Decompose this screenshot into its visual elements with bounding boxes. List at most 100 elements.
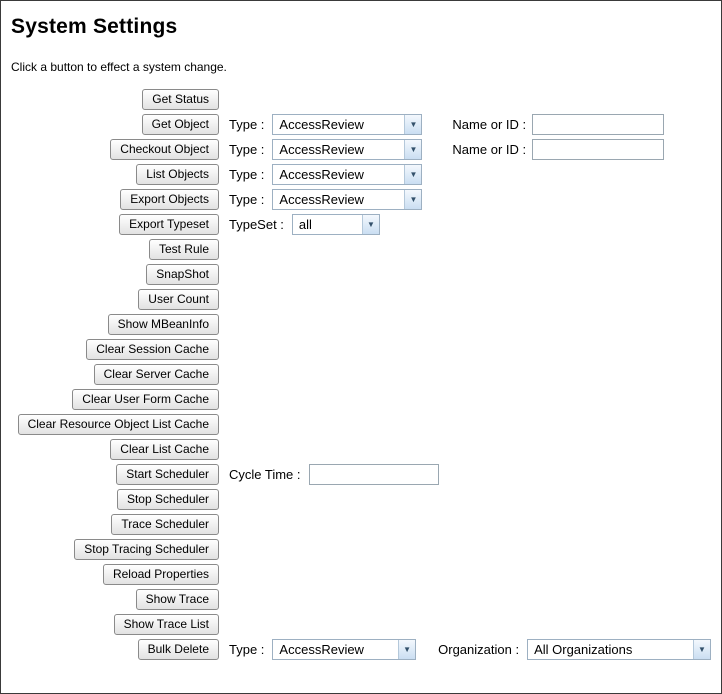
page-subtitle: Click a button to effect a system change… [11, 60, 227, 74]
name-or-id-label: Name or ID : [452, 117, 527, 132]
row-export-objects: Export Objects Type : AccessReview ▼ [11, 187, 711, 212]
select-value: all [298, 217, 312, 232]
chevron-down-icon: ▼ [693, 640, 710, 659]
get-object-button[interactable]: Get Object [141, 114, 219, 135]
bulk-delete-type-select[interactable]: AccessReview ▼ [272, 639, 417, 660]
button-cell: User Count [11, 289, 219, 310]
clear-list-cache-button[interactable]: Clear List Cache [110, 439, 219, 460]
button-cell: Clear Session Cache [11, 339, 219, 360]
row-test-rule: Test Rule [11, 237, 711, 262]
clear-server-cache-button[interactable]: Clear Server Cache [93, 364, 219, 385]
button-cell: Clear List Cache [11, 439, 219, 460]
checkout-object-type-select[interactable]: AccessReview ▼ [272, 139, 423, 160]
test-rule-button[interactable]: Test Rule [148, 239, 219, 260]
get-object-type-select[interactable]: AccessReview ▼ [272, 114, 423, 135]
row-show-trace: Show Trace [11, 587, 711, 612]
export-typeset-button[interactable]: Export Typeset [119, 214, 219, 235]
chevron-down-icon: ▼ [404, 140, 422, 159]
page-frame: System Settings Click a button to effect… [0, 0, 722, 694]
chevron-down-icon: ▼ [398, 640, 416, 659]
row-clear-session-cache: Clear Session Cache [11, 337, 711, 362]
button-cell: SnapShot [11, 264, 219, 285]
button-cell: Bulk Delete [11, 639, 219, 660]
clear-session-cache-button[interactable]: Clear Session Cache [86, 339, 219, 360]
reload-properties-button[interactable]: Reload Properties [102, 564, 219, 585]
button-cell: List Objects [11, 164, 219, 185]
snapshot-button[interactable]: SnapShot [146, 264, 219, 285]
settings-rows: Get Status Get Object Type : AccessRevie… [11, 87, 711, 662]
button-cell: Show MBeanInfo [11, 314, 219, 335]
show-trace-button[interactable]: Show Trace [135, 589, 219, 610]
checkout-object-button[interactable]: Checkout Object [110, 139, 219, 160]
cycle-time-input[interactable] [308, 464, 439, 485]
row-clear-list-cache: Clear List Cache [11, 437, 711, 462]
select-value: AccessReview [279, 167, 364, 182]
export-objects-type-select[interactable]: AccessReview ▼ [272, 189, 423, 210]
list-objects-button[interactable]: List Objects [136, 164, 219, 185]
button-cell: Test Rule [11, 239, 219, 260]
button-cell: Trace Scheduler [11, 514, 219, 535]
stop-tracing-scheduler-button[interactable]: Stop Tracing Scheduler [74, 539, 219, 560]
button-cell: Show Trace List [11, 614, 219, 635]
select-value: AccessReview [279, 117, 364, 132]
row-get-object: Get Object Type : AccessReview ▼ Name or… [11, 112, 711, 137]
row-bulk-delete: Bulk Delete Type : AccessReview ▼ Organi… [11, 637, 711, 662]
organization-label: Organization : [438, 642, 520, 657]
bulk-delete-organization-select[interactable]: All Organizations ▼ [527, 639, 711, 660]
button-cell: Export Typeset [11, 214, 219, 235]
button-cell: Show Trace [11, 589, 219, 610]
name-or-id-label: Name or ID : [452, 142, 527, 157]
button-cell: Clear Resource Object List Cache [11, 414, 219, 435]
row-clear-user-form-cache: Clear User Form Cache [11, 387, 711, 412]
button-cell: Clear User Form Cache [11, 389, 219, 410]
row-checkout-object: Checkout Object Type : AccessReview ▼ Na… [11, 137, 711, 162]
type-label: Type : [229, 142, 265, 157]
button-cell: Reload Properties [11, 564, 219, 585]
row-reload-properties: Reload Properties [11, 562, 711, 587]
row-export-typeset: Export Typeset TypeSet : all ▼ [11, 212, 711, 237]
get-object-name-input[interactable] [532, 114, 665, 135]
user-count-button[interactable]: User Count [138, 289, 219, 310]
row-stop-scheduler: Stop Scheduler [11, 487, 711, 512]
chevron-down-icon: ▼ [404, 115, 422, 134]
type-label: Type : [229, 167, 265, 182]
type-label: Type : [229, 192, 265, 207]
row-clear-server-cache: Clear Server Cache [11, 362, 711, 387]
row-list-objects: List Objects Type : AccessReview ▼ [11, 162, 711, 187]
button-cell: Stop Tracing Scheduler [11, 539, 219, 560]
show-mbeaninfo-button[interactable]: Show MBeanInfo [107, 314, 219, 335]
cycle-time-label: Cycle Time : [229, 467, 301, 482]
show-trace-list-button[interactable]: Show Trace List [113, 614, 219, 635]
button-cell: Checkout Object [11, 139, 219, 160]
button-cell: Get Object [11, 114, 219, 135]
stop-scheduler-button[interactable]: Stop Scheduler [116, 489, 219, 510]
row-snapshot: SnapShot [11, 262, 711, 287]
row-show-mbeaninfo: Show MBeanInfo [11, 312, 711, 337]
export-typeset-select[interactable]: all ▼ [291, 214, 380, 235]
chevron-down-icon: ▼ [404, 165, 422, 184]
chevron-down-icon: ▼ [361, 215, 379, 234]
select-value: AccessReview [279, 192, 364, 207]
row-get-status: Get Status [11, 87, 711, 112]
chevron-down-icon: ▼ [404, 190, 422, 209]
button-cell: Start Scheduler [11, 464, 219, 485]
export-objects-button[interactable]: Export Objects [120, 189, 219, 210]
typeset-label: TypeSet : [229, 217, 284, 232]
clear-user-form-cache-button[interactable]: Clear User Form Cache [72, 389, 219, 410]
type-label: Type : [229, 642, 265, 657]
get-status-button[interactable]: Get Status [142, 89, 219, 110]
checkout-object-name-input[interactable] [532, 139, 665, 160]
row-start-scheduler: Start Scheduler Cycle Time : [11, 462, 711, 487]
bulk-delete-button[interactable]: Bulk Delete [137, 639, 219, 660]
row-clear-resource-object-list-cache: Clear Resource Object List Cache [11, 412, 711, 437]
list-objects-type-select[interactable]: AccessReview ▼ [272, 164, 423, 185]
button-cell: Clear Server Cache [11, 364, 219, 385]
clear-resource-object-list-cache-button[interactable]: Clear Resource Object List Cache [17, 414, 219, 435]
select-value: AccessReview [279, 642, 364, 657]
select-value: AccessReview [279, 142, 364, 157]
trace-scheduler-button[interactable]: Trace Scheduler [111, 514, 219, 535]
row-trace-scheduler: Trace Scheduler [11, 512, 711, 537]
start-scheduler-button[interactable]: Start Scheduler [116, 464, 219, 485]
page-title: System Settings [11, 15, 178, 38]
button-cell: Export Objects [11, 189, 219, 210]
